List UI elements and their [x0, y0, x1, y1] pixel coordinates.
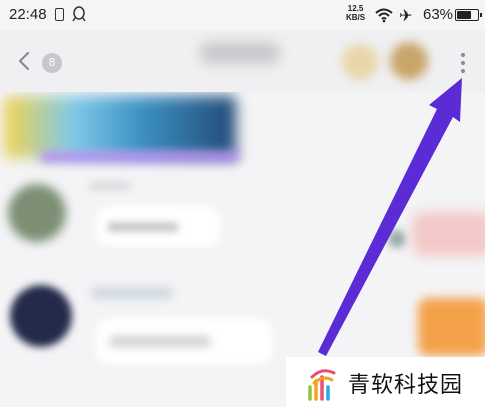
message-text-blurred — [110, 337, 210, 346]
battery-icon — [455, 9, 482, 21]
unread-count-badge[interactable]: 8 — [42, 53, 62, 73]
vibrate-icon — [55, 8, 64, 21]
blurred-banner[interactable] — [4, 96, 236, 158]
chat-header: 8 — [0, 30, 485, 92]
message-bubble[interactable] — [412, 212, 485, 256]
watermark-text: 青软科技园 — [348, 373, 464, 398]
battery-fill — [457, 11, 471, 19]
avatar[interactable] — [8, 184, 66, 242]
sender-name-blurred — [92, 288, 172, 298]
wifi-icon — [375, 8, 393, 23]
avatar[interactable] — [10, 285, 72, 347]
status-time: 22:48 — [9, 6, 47, 23]
member-avatar[interactable] — [342, 44, 378, 80]
message-bubble[interactable] — [418, 298, 485, 356]
battery-percent: 63% — [423, 6, 454, 23]
member-avatar[interactable] — [390, 42, 428, 80]
qq-icon — [72, 6, 86, 22]
sender-name-blurred — [90, 182, 130, 190]
more-icon[interactable] — [456, 50, 470, 76]
back-icon[interactable] — [14, 50, 36, 72]
net-speed-unit: KB/S — [346, 13, 366, 22]
net-speed: 12.5 KB/S — [346, 4, 365, 22]
watermark-logo-icon — [308, 369, 336, 401]
status-bar: 22:48 12.5 KB/S ✈ 63% — [0, 0, 485, 30]
watermark: 青软科技园 — [286, 357, 485, 407]
message-text-blurred — [108, 223, 178, 231]
net-speed-value: 12.5 — [347, 4, 364, 13]
airplane-icon: ✈ — [399, 6, 413, 25]
blurred-banner-tag — [40, 152, 240, 162]
blurred-icon — [388, 230, 406, 248]
chat-title-blurred — [200, 42, 280, 64]
